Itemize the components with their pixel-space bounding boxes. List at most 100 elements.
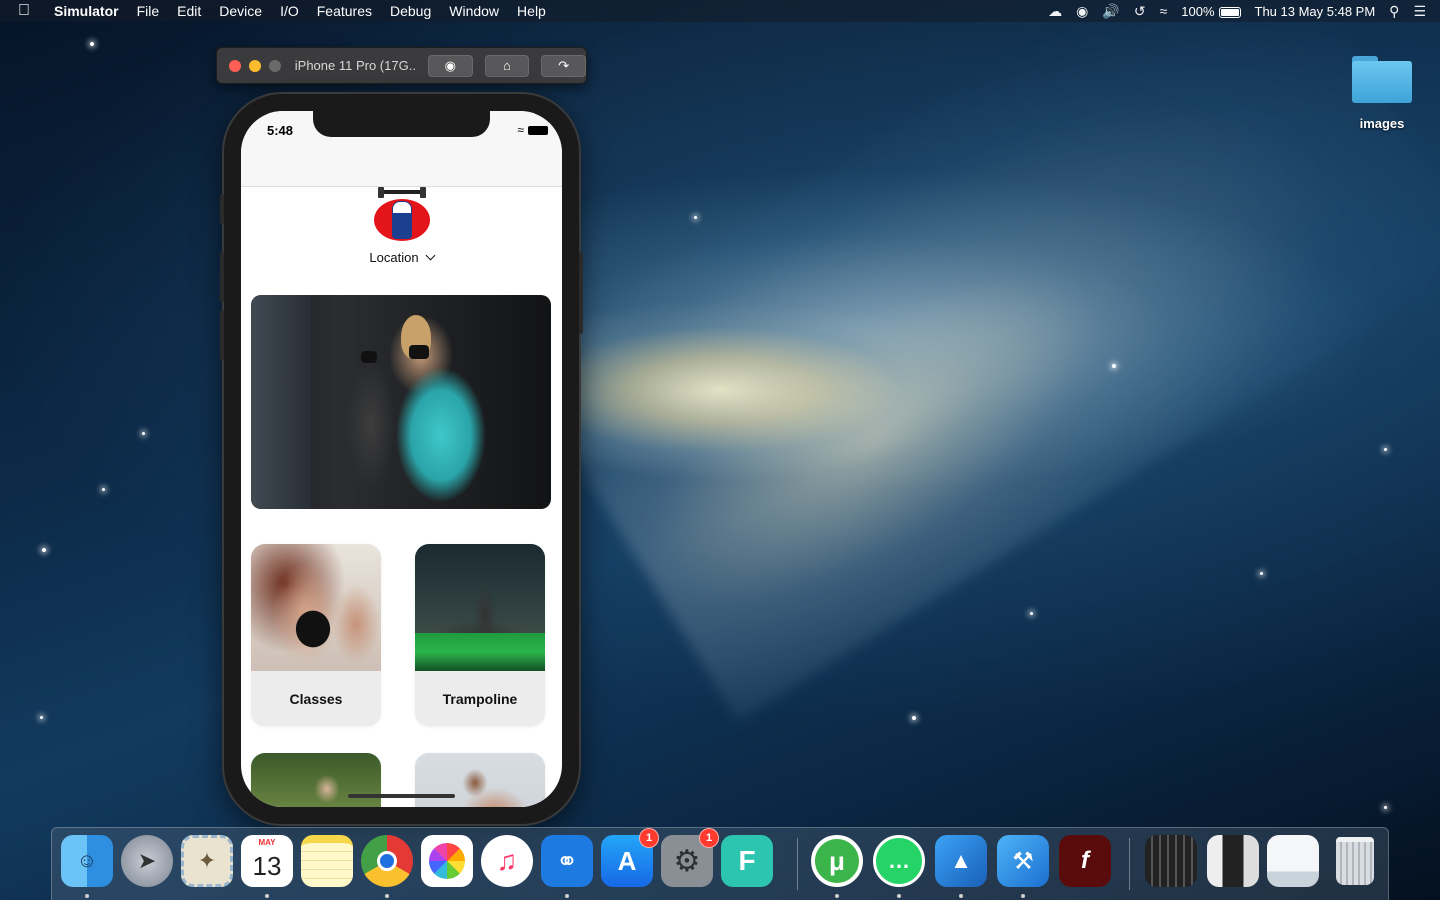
zoom-button[interactable] <box>268 59 281 72</box>
wifi-icon[interactable]: ≈ <box>1160 3 1168 19</box>
flash-icon: f <box>1081 847 1089 874</box>
dock-simulator[interactable]: ▲ <box>935 835 987 887</box>
phone-screen: 5:48 ≈ Location Classes Trampoline <box>241 111 562 807</box>
stamp-icon: ✦ <box>197 848 217 873</box>
star <box>90 42 94 46</box>
notification-center-icon[interactable]: ☰ <box>1413 3 1426 20</box>
spotlight-search-icon[interactable]: ⚲ <box>1389 3 1399 20</box>
menu-io[interactable]: I/O <box>280 3 299 19</box>
volume-up-button[interactable] <box>220 252 224 302</box>
running-indicator <box>565 894 569 898</box>
location-dropdown[interactable]: Location <box>241 250 562 265</box>
dock-photos[interactable] <box>421 835 473 887</box>
dock-music[interactable]: ♫ <box>481 835 533 887</box>
galaxy-wallpaper <box>515 0 1440 722</box>
trash-icon <box>1336 837 1374 885</box>
dock: ☺ ➤ ✦ MAY 13 ♫ ⚭ A1 ⚙ 1 F μ … ▲ ⚒ f <box>51 827 1389 900</box>
dock-sourcetree[interactable]: ⚭ <box>541 835 593 887</box>
rotate-icon: ↷ <box>558 57 570 73</box>
athlete-image <box>415 753 545 807</box>
dock-divider <box>797 838 798 890</box>
hero-banner-image[interactable] <box>251 295 551 509</box>
phone-status-time: 5:48 <box>267 123 294 138</box>
dock-launchpad[interactable]: ➤ <box>121 835 173 887</box>
chevron-down-icon <box>425 250 436 261</box>
minimize-button[interactable] <box>248 59 261 72</box>
clock[interactable]: Thu 13 May 5:48 PM <box>1255 4 1376 19</box>
creative-cloud-icon[interactable]: ☁ <box>1048 3 1062 20</box>
dock-finder[interactable]: ☺ <box>61 835 113 887</box>
simulator-title: iPhone 11 Pro (17G... <box>294 58 416 73</box>
card-label: Classes <box>289 691 343 707</box>
rocket-icon: ➤ <box>137 848 157 873</box>
utorrent-icon: μ <box>829 845 845 876</box>
menu-features[interactable]: Features <box>317 3 372 19</box>
dock-stack-3[interactable] <box>1267 835 1319 887</box>
dock-mail[interactable]: ✦ <box>181 835 233 887</box>
desktop-folder-images[interactable]: images <box>1344 52 1420 131</box>
menu-window[interactable]: Window <box>449 3 499 19</box>
dock-calendar[interactable]: MAY 13 <box>241 835 293 887</box>
close-button[interactable] <box>229 59 241 72</box>
rotate-button[interactable]: ↷ <box>541 54 587 77</box>
folder-icon <box>1352 52 1412 103</box>
dock-app-store[interactable]: A1 <box>601 828 659 887</box>
star <box>40 716 43 719</box>
dock-whatsapp[interactable]: … <box>873 835 925 887</box>
dock-stack-2[interactable] <box>1207 835 1259 887</box>
star <box>102 488 105 491</box>
notch <box>313 111 490 137</box>
calendar-day: 13 <box>252 850 282 881</box>
menu-edit[interactable]: Edit <box>177 3 201 19</box>
phone-wifi-icon: ≈ <box>517 123 524 137</box>
star <box>1384 448 1387 451</box>
card-third[interactable] <box>251 753 381 807</box>
battery-percentage[interactable]: 100% <box>1181 4 1241 19</box>
trampoline-image <box>415 544 545 671</box>
gear-icon: ⚙ <box>673 844 701 878</box>
whatsapp-icon: … <box>888 848 910 873</box>
dock-system-preferences[interactable]: ⚙ 1 <box>661 828 719 887</box>
menu-app-name[interactable]: Simulator <box>54 3 119 19</box>
side-button[interactable] <box>579 252 583 334</box>
running-indicator <box>265 894 269 898</box>
folder-label: images <box>1359 116 1405 131</box>
battery-icon <box>1218 6 1241 18</box>
card-fourth[interactable] <box>415 753 545 807</box>
filmora-icon: F <box>738 845 756 876</box>
star <box>1384 806 1387 809</box>
menu-help[interactable]: Help <box>517 3 546 19</box>
apple-icon[interactable]:  <box>18 2 36 20</box>
wordpress-icon[interactable]: ◉ <box>1076 3 1088 20</box>
simulator-window-toolbar[interactable]: iPhone 11 Pro (17G... ◉ ⌂ ↷ <box>216 47 587 84</box>
dock-notes[interactable] <box>301 835 353 887</box>
time-machine-icon[interactable]: ↺ <box>1134 3 1146 20</box>
card-classes[interactable]: Classes <box>251 544 381 726</box>
dock-utorrent[interactable]: μ <box>811 835 863 887</box>
dock-chrome[interactable] <box>361 835 413 887</box>
running-indicator <box>897 894 901 898</box>
volume-icon[interactable]: 🔊 <box>1102 3 1119 20</box>
menu-device[interactable]: Device <box>219 3 262 19</box>
outdoor-workout-image <box>251 753 381 807</box>
card-trampoline[interactable]: Trampoline <box>415 544 545 726</box>
screenshot-button[interactable]: ◉ <box>427 54 473 77</box>
star <box>42 548 46 552</box>
home-indicator[interactable] <box>348 794 455 798</box>
dock-xcode[interactable]: ⚒ <box>997 835 1049 887</box>
dock-trash[interactable] <box>1329 835 1381 887</box>
dock-stack-1[interactable] <box>1145 835 1197 887</box>
location-label: Location <box>369 250 419 265</box>
dock-flash[interactable]: f <box>1059 835 1111 887</box>
menu-debug[interactable]: Debug <box>390 3 431 19</box>
dock-divider <box>1129 838 1130 890</box>
card-label: Trampoline <box>442 691 518 707</box>
menu-file[interactable]: File <box>137 3 160 19</box>
mute-switch[interactable] <box>220 194 224 224</box>
star <box>1112 364 1116 368</box>
xcode-icon: ⚒ <box>1012 847 1034 875</box>
home-icon: ⌂ <box>503 58 511 73</box>
volume-down-button[interactable] <box>220 310 224 360</box>
home-button[interactable]: ⌂ <box>484 54 530 77</box>
dock-filmora[interactable]: F <box>721 835 773 887</box>
